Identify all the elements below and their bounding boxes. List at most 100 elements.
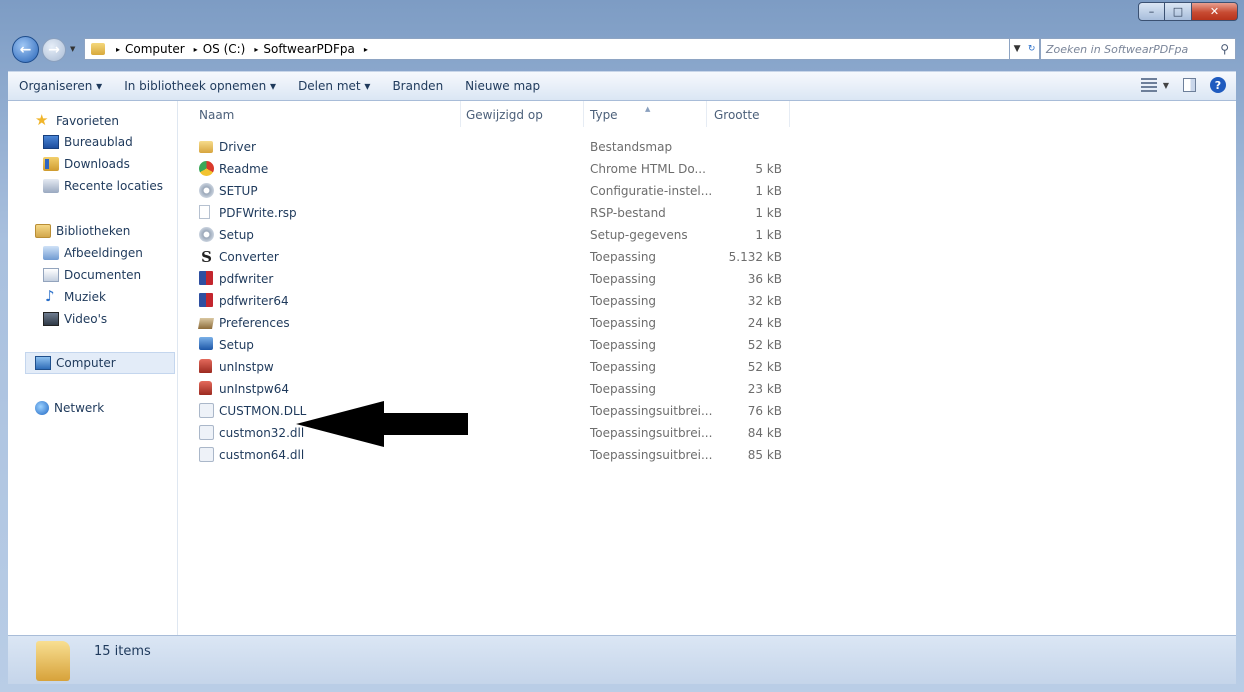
column-header-type[interactable]: Type [590, 108, 618, 122]
file-size: 23 kB [747, 382, 782, 396]
share-with-menu[interactable]: Delen met ▾ [287, 79, 381, 93]
breadcrumb-current-folder[interactable]: SoftwearPDFpa [263, 42, 355, 56]
setup-icon [199, 337, 213, 350]
file-size: 5 kB [755, 162, 782, 176]
address-bar[interactable]: ▸ Computer ▸ OS (C:) ▸ SoftwearPDFpa ▸ [84, 38, 1010, 60]
file-row[interactable]: Setup Setup-gegevens 1 kB [8, 224, 1236, 246]
file-row[interactable]: Setup Toepassing 52 kB [8, 334, 1236, 356]
file-icon [199, 205, 210, 219]
file-name: Setup [219, 228, 254, 242]
breadcrumb-separator: ▸ [363, 44, 368, 54]
view-controls: ▼ ? [1140, 77, 1226, 93]
file-type: Toepassingsuitbrei... [590, 426, 713, 440]
file-type: RSP-bestand [590, 206, 666, 220]
file-row[interactable]: pdfwriter64 Toepassing 32 kB [8, 290, 1236, 312]
column-divider[interactable] [583, 101, 584, 127]
file-name: Preferences [219, 316, 290, 330]
include-in-library-menu[interactable]: In bibliotheek opnemen ▾ [113, 79, 287, 93]
organize-menu[interactable]: Organiseren ▾ [8, 79, 113, 93]
breadcrumb-computer[interactable]: Computer [125, 42, 185, 56]
file-type: Toepassing [590, 360, 657, 374]
search-placeholder: Zoeken in SoftwearPDFpa [1046, 42, 1189, 56]
file-name: Setup [219, 338, 254, 352]
config-icon [199, 183, 214, 198]
file-row[interactable]: Driver Bestandsmap [8, 136, 1236, 158]
file-row[interactable]: custmon32.dll Toepassingsuitbrei... 84 k… [8, 422, 1236, 444]
file-type: Bestandsmap [590, 140, 673, 154]
file-size: 76 kB [747, 404, 782, 418]
search-input[interactable]: Zoeken in SoftwearPDFpa ⚲ [1040, 38, 1236, 60]
search-icon[interactable]: ⚲ [1220, 42, 1229, 56]
file-size: 1 kB [755, 228, 782, 242]
address-actions: ▼ ↻ [1010, 38, 1040, 60]
file-type: Toepassingsuitbrei... [590, 448, 713, 462]
address-history-dropdown-icon[interactable]: ▼ [1014, 44, 1021, 54]
file-type: Setup-gegevens [590, 228, 688, 242]
preview-pane-icon[interactable] [1183, 78, 1196, 92]
file-name: pdfwriter [219, 272, 274, 286]
file-size: 36 kB [747, 272, 782, 286]
uninstall-icon [199, 359, 212, 373]
preferences-icon [198, 318, 214, 329]
file-row[interactable]: pdfwriter Toepassing 36 kB [8, 268, 1236, 290]
view-list-icon [1140, 78, 1157, 92]
file-row[interactable]: custmon64.dll Toepassingsuitbrei... 85 k… [8, 444, 1236, 466]
new-folder-button[interactable]: Nieuwe map [454, 79, 551, 93]
dll-icon [199, 425, 214, 440]
file-row[interactable]: PDFWrite.rsp RSP-bestand 1 kB [8, 202, 1236, 224]
column-divider[interactable] [460, 101, 461, 127]
file-name: SETUP [219, 184, 258, 198]
file-row[interactable]: S Converter Toepassing 5.132 kB [8, 246, 1236, 268]
column-header-size[interactable]: Grootte [714, 108, 759, 122]
file-row[interactable]: SETUP Configuratie-instel... 1 kB [8, 180, 1236, 202]
pointer-arrow-annotation [296, 401, 468, 447]
sort-ascending-icon: ▲ [645, 105, 651, 113]
file-size: 24 kB [747, 316, 782, 330]
file-row[interactable]: Preferences Toepassing 24 kB [8, 312, 1236, 334]
item-count: 15 items [94, 644, 151, 659]
help-icon[interactable]: ? [1210, 77, 1226, 93]
file-type: Toepassing [590, 316, 657, 330]
file-size: 84 kB [747, 426, 782, 440]
back-button[interactable]: ← [12, 36, 39, 63]
command-bar: Organiseren ▾ In bibliotheek opnemen ▾ D… [8, 71, 1236, 101]
explorer-window: – □ ✕ ← → ▼ ▸ Computer ▸ OS (C:) ▸ Softw… [0, 0, 1244, 692]
change-view-button[interactable]: ▼ [1140, 78, 1169, 92]
file-name: unInstpw [219, 360, 274, 374]
file-name: custmon32.dll [219, 426, 305, 440]
column-headers: Naam Gewijzigd op ▲ Type Grootte [8, 101, 1236, 127]
forward-button[interactable]: → [42, 38, 66, 62]
file-size: 32 kB [747, 294, 782, 308]
window-controls: – □ ✕ [1138, 2, 1238, 21]
file-row[interactable]: unInstpw Toepassing 52 kB [8, 356, 1236, 378]
uninstall-icon [199, 381, 212, 395]
recent-pages-dropdown[interactable]: ▼ [70, 45, 75, 53]
app-s-icon: S [201, 247, 212, 266]
column-divider[interactable] [706, 101, 707, 127]
file-name: Readme [219, 162, 269, 176]
dll-icon [199, 403, 214, 418]
file-row[interactable]: CUSTMON.DLL Toepassingsuitbrei... 76 kB [8, 400, 1236, 422]
file-row[interactable]: Readme Chrome HTML Do... 5 kB [8, 158, 1236, 180]
file-type: Toepassing [590, 294, 657, 308]
breadcrumb-drive-c[interactable]: OS (C:) [203, 42, 246, 56]
file-type: Toepassing [590, 382, 657, 396]
chevron-down-icon: ▼ [1162, 80, 1169, 90]
maximize-button[interactable]: □ [1165, 2, 1192, 21]
burn-button[interactable]: Branden [381, 79, 454, 93]
pdf-app-icon [199, 271, 213, 285]
minimize-button[interactable]: – [1138, 2, 1165, 21]
close-button[interactable]: ✕ [1192, 2, 1238, 21]
file-name: custmon64.dll [219, 448, 305, 462]
folder-icon [36, 641, 70, 681]
breadcrumb-separator: ▸ [116, 44, 121, 54]
file-row[interactable]: unInstpw64 Toepassing 23 kB [8, 378, 1236, 400]
column-header-modified[interactable]: Gewijzigd op [466, 108, 543, 122]
file-size: 1 kB [755, 184, 782, 198]
refresh-icon[interactable]: ↻ [1028, 44, 1036, 54]
file-type: Toepassing [590, 338, 657, 352]
folder-icon [91, 43, 105, 55]
file-name: pdfwriter64 [219, 294, 289, 308]
column-header-name[interactable]: Naam [199, 108, 234, 122]
column-divider[interactable] [789, 101, 790, 127]
